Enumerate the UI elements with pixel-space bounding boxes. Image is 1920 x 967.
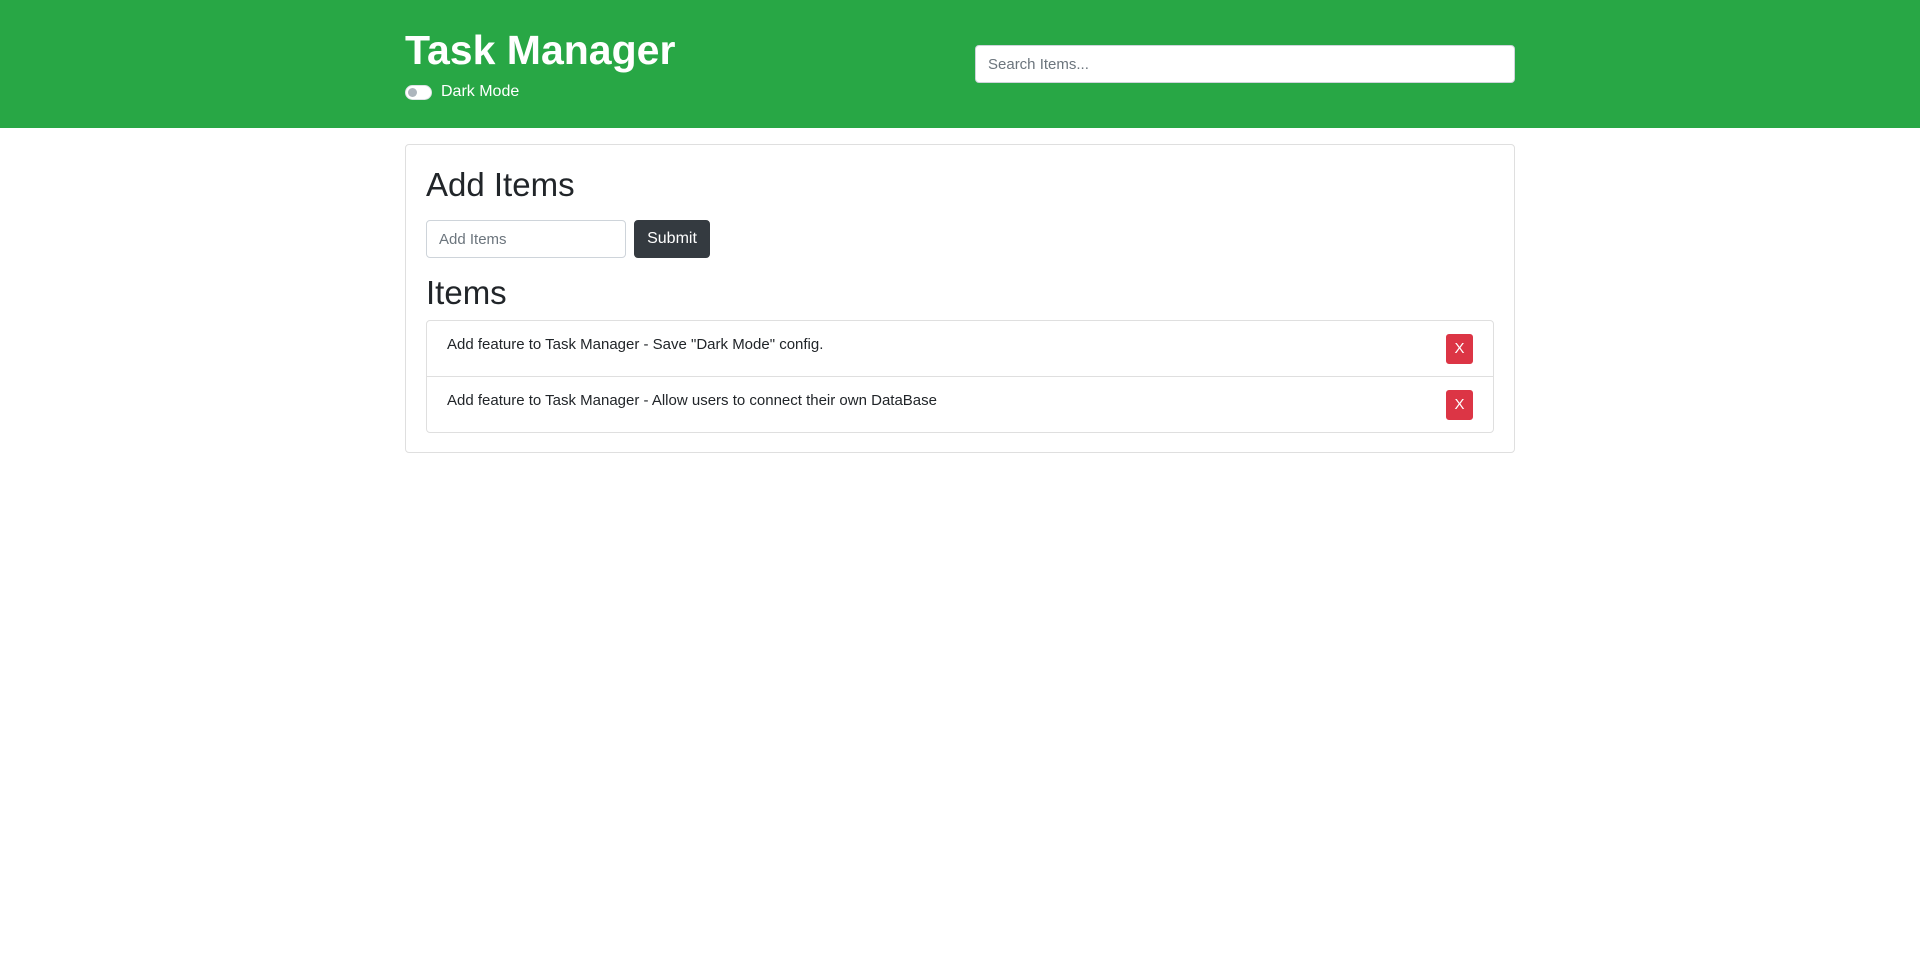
task-card: Add Items Submit Items Add feature to Ta… xyxy=(405,144,1515,453)
dark-mode-label: Dark Mode xyxy=(441,83,520,100)
item-list: Add feature to Task Manager - Save "Dark… xyxy=(426,320,1494,433)
submit-button[interactable]: Submit xyxy=(634,220,710,258)
add-item-input[interactable] xyxy=(426,220,626,258)
item-text: Add feature to Task Manager - Save "Dark… xyxy=(447,336,824,353)
list-item: Add feature to Task Manager - Allow user… xyxy=(427,377,1493,432)
delete-item-button[interactable]: X xyxy=(1446,390,1473,420)
dark-mode-toggle[interactable]: Dark Mode xyxy=(405,82,519,102)
item-text: Add feature to Task Manager - Allow user… xyxy=(447,392,937,409)
add-items-heading: Add Items xyxy=(426,166,575,203)
delete-item-button[interactable]: X xyxy=(1446,334,1473,364)
items-heading: Items xyxy=(426,274,507,311)
header-container: Task Manager Dark Mode xyxy=(405,0,1515,128)
search-input[interactable] xyxy=(975,45,1515,83)
dark-mode-switch[interactable] xyxy=(405,84,432,100)
switch-knob xyxy=(408,87,417,97)
app-title: Task Manager xyxy=(405,27,676,73)
app-header: Task Manager Dark Mode xyxy=(0,0,1920,128)
list-item: Add feature to Task Manager - Save "Dark… xyxy=(427,321,1493,377)
